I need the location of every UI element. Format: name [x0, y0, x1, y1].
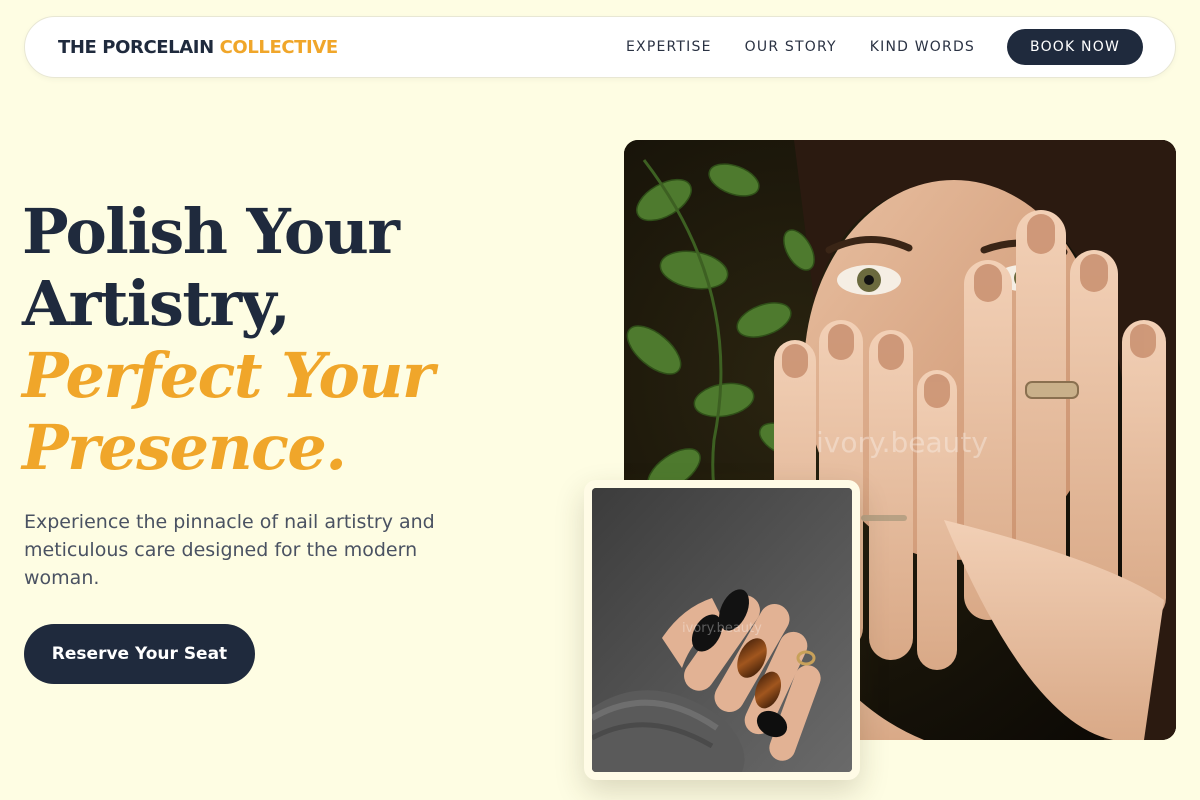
headline-line-3: Perfect Your [22, 339, 435, 412]
nav-link-expertise[interactable]: EXPERTISE [626, 39, 712, 55]
brand-logo[interactable]: THE PORCELAIN COLLECTIVE [58, 37, 338, 58]
headline-line-1: Polish Your [22, 195, 400, 268]
brand-name-part1: THE PORCELAIN [58, 36, 214, 58]
nav-links: EXPERTISE OUR STORY KIND WORDS BOOK NOW [626, 29, 1143, 65]
inset-photo-frame: ivory.beauty [584, 480, 860, 780]
inset-photo-watermark: ivory.beauty [682, 621, 762, 636]
book-now-button[interactable]: BOOK NOW [1007, 29, 1143, 65]
headline-line-4: Presence. [22, 411, 347, 484]
reserve-seat-button[interactable]: Reserve Your Seat [24, 624, 255, 684]
nav-link-our-story[interactable]: OUR STORY [745, 39, 837, 55]
headline-line-2: Artistry, [22, 267, 291, 340]
hero-headline: Polish Your Artistry, Perfect Your Prese… [22, 195, 435, 484]
hero-subtext: Experience the pinnacle of nail artistry… [24, 511, 435, 589]
brand-name-part2: COLLECTIVE [219, 36, 339, 58]
nav-link-kind-words[interactable]: KIND WORDS [870, 39, 975, 55]
landing-page: THE PORCELAIN COLLECTIVE EXPERTISE OUR S… [0, 0, 1200, 800]
top-nav: THE PORCELAIN COLLECTIVE EXPERTISE OUR S… [24, 16, 1176, 78]
inset-nail-photo: ivory.beauty [592, 488, 852, 772]
main-photo-watermark: ivory.beauty [816, 426, 988, 459]
